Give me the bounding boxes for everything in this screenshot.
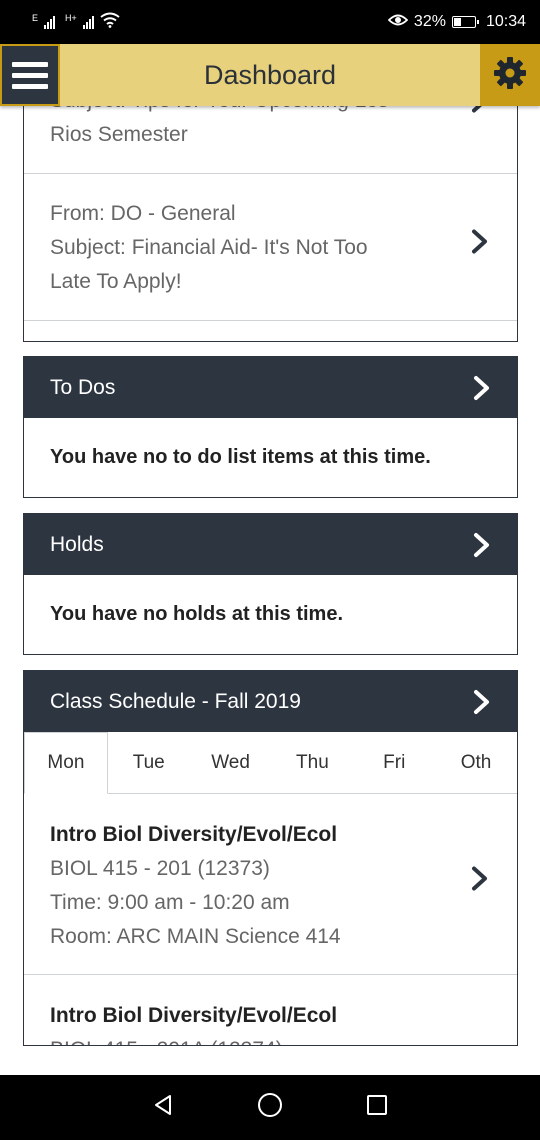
dashboard-content[interactable]: Subject: Tips for Your Upcoming Los Rios… (0, 44, 540, 1046)
clock: 10:34 (485, 13, 526, 30)
holds-title: Holds (50, 532, 104, 556)
eye-icon (387, 13, 409, 32)
chevron-right-icon (473, 375, 491, 401)
tab-oth[interactable]: Oth (435, 732, 517, 793)
wifi-icon (100, 12, 120, 33)
status-bar: E H+ 32% 10:34 (0, 0, 540, 44)
chevron-right-icon (473, 689, 491, 715)
tab-mon[interactable]: Mon (24, 732, 108, 794)
signal-icon-2 (82, 15, 94, 29)
settings-button[interactable] (480, 44, 540, 106)
app-header: Dashboard (0, 44, 540, 106)
class-title: Intro Biol Diversity/Evol/Ecol (50, 1004, 338, 1027)
tab-tue[interactable]: Tue (108, 732, 190, 793)
class-schedule-card: Class Schedule - Fall 2019 Mon Tue Wed T… (23, 670, 518, 1046)
hamburger-menu-icon (12, 61, 48, 67)
chevron-right-icon (473, 532, 491, 558)
status-right: 32% 10:34 (387, 13, 526, 32)
todos-header[interactable]: To Dos (24, 357, 517, 418)
status-left: E H+ (32, 12, 120, 33)
back-icon[interactable] (151, 1093, 175, 1122)
recents-icon[interactable] (365, 1093, 389, 1122)
battery-percent: 32% (413, 13, 446, 30)
class-item[interactable]: Intro Biol Diversity/Evol/Ecol BIOL 415 … (24, 975, 517, 1045)
holds-empty-message: You have no holds at this time. (50, 602, 343, 625)
message-subject-cont: Rios Semester (50, 123, 188, 146)
holds-header[interactable]: Holds (24, 514, 517, 575)
chevron-right-icon (471, 229, 489, 266)
schedule-title: Class Schedule - Fall 2019 (50, 689, 301, 713)
battery-fill (453, 18, 461, 26)
gear-icon (492, 55, 528, 96)
network-type-label: E (32, 12, 39, 23)
todos-title: To Dos (50, 375, 116, 399)
class-code: BIOL 415 - 201A (12374) (50, 1033, 491, 1045)
page-title: Dashboard (203, 59, 337, 90)
class-room: Room: ARC MAIN Science 414 (50, 925, 341, 948)
menu-button[interactable] (0, 44, 60, 106)
todos-card: To Dos You have no to do list items at t… (23, 356, 518, 498)
holds-card: Holds You have no holds at this time. (23, 513, 518, 655)
network-type-label-2: H+ (65, 12, 77, 23)
chevron-right-icon (471, 866, 489, 903)
message-subject-cont: Late To Apply! (50, 270, 182, 293)
class-time: Time: 9:00 am - 10:20 am (50, 891, 290, 914)
schedule-header[interactable]: Class Schedule - Fall 2019 (24, 671, 517, 732)
class-code: BIOL 415 - 201 (12373) (50, 857, 270, 880)
class-title: Intro Biol Diversity/Evol/Ecol (50, 823, 338, 846)
tab-wed[interactable]: Wed (190, 732, 272, 793)
message-from: From: DO - General (50, 202, 236, 225)
todos-empty-message: You have no to do list items at this tim… (50, 445, 431, 468)
tab-fri[interactable]: Fri (353, 732, 435, 793)
battery-icon (451, 16, 479, 28)
day-tabs: Mon Tue Wed Thu Fri Oth (24, 732, 517, 794)
message-item[interactable]: From: DO - General Subject: Financial Ai… (24, 174, 517, 321)
class-item[interactable]: Intro Biol Diversity/Evol/Ecol BIOL 415 … (24, 794, 517, 975)
message-subject: Subject: Financial Aid- It's Not Too (50, 236, 368, 259)
system-nav-bar (0, 1075, 540, 1140)
signal-icon (44, 15, 56, 29)
home-icon[interactable] (257, 1092, 283, 1123)
tab-thu[interactable]: Thu (271, 732, 353, 793)
